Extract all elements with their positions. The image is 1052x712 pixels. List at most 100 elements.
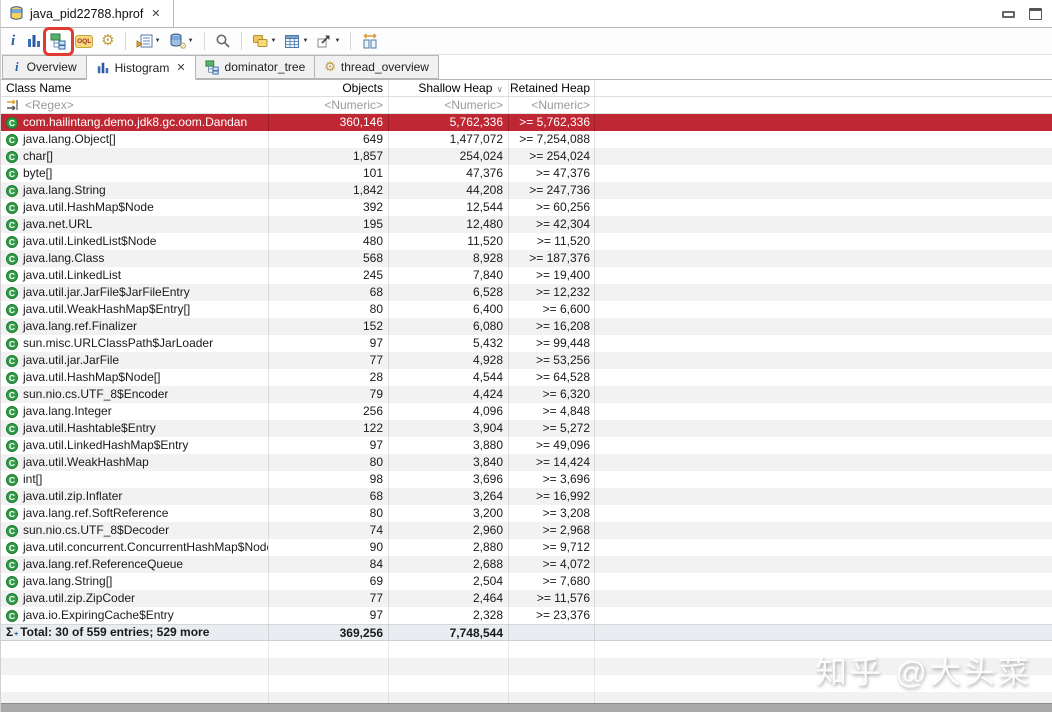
dropdown-arrow-icon[interactable]: ▼ xyxy=(188,38,194,44)
editor-tabbar: java_pid22788.hprof ✕ xyxy=(1,0,1052,28)
class-icon: C xyxy=(6,354,18,367)
objects-value: 80 xyxy=(269,301,389,318)
regex-filter-input[interactable]: <Regex> xyxy=(25,97,74,113)
sigma-icon: Σ + xyxy=(6,625,19,639)
table-row[interactable]: Cbyte[] 101 47,376 >= 47,376 xyxy=(1,165,1052,182)
oql-button[interactable]: OQL xyxy=(72,33,96,50)
toolbar: i OQL ⚙ ▼ ▼ ▼ ▼ ▼ xyxy=(1,27,1052,56)
calculate-retained-size-button[interactable]: ▼ xyxy=(281,32,311,51)
retained-value: >= 19,400 xyxy=(509,267,595,284)
gear-icon: ⚙ xyxy=(324,59,336,74)
table-row[interactable]: Cjava.lang.String 1,842 44,208 >= 247,736 xyxy=(1,182,1052,199)
tab-overview[interactable]: i Overview xyxy=(2,55,87,79)
objects-value: 98 xyxy=(269,471,389,488)
table-row[interactable]: Cint[] 98 3,696 >= 3,696 xyxy=(1,471,1052,488)
dropdown-arrow-icon[interactable]: ▼ xyxy=(271,38,277,44)
table-row[interactable]: Cjava.lang.ref.SoftReference 80 3,200 >= 3,… xyxy=(1,505,1052,522)
histogram-button[interactable] xyxy=(23,31,45,51)
tab-histogram[interactable]: Histogram ✕ xyxy=(85,55,196,80)
close-icon[interactable]: ✕ xyxy=(174,61,185,74)
shallow-value: 4,096 xyxy=(389,403,509,420)
bottom-window-edge xyxy=(1,703,1052,712)
maximize-icon[interactable] xyxy=(1029,8,1042,20)
dropdown-arrow-icon[interactable]: ▼ xyxy=(155,38,161,44)
table-row[interactable]: Cjava.util.HashMap$Node[] 28 4,544 >= 64,52… xyxy=(1,369,1052,386)
tab-dominator-tree[interactable]: dominator_tree xyxy=(194,55,316,79)
table-row[interactable]: Cjava.util.HashMap$Node 392 12,544 >= 60,25… xyxy=(1,199,1052,216)
view-controls xyxy=(1002,8,1042,20)
table-row[interactable]: Cjava.lang.Class 568 8,928 >= 187,376 xyxy=(1,250,1052,267)
total-retained xyxy=(509,625,595,640)
class-icon: C xyxy=(6,473,18,486)
class-icon: C xyxy=(6,303,18,316)
close-icon[interactable]: ✕ xyxy=(149,7,160,20)
table-row[interactable]: Csun.nio.cs.UTF_8$Encoder 79 4,424 >= 6,320 xyxy=(1,386,1052,403)
class-name: java.lang.String[] xyxy=(23,574,113,588)
table-row[interactable]: Cjava.lang.String[] 69 2,504 >= 7,680 xyxy=(1,573,1052,590)
info-button[interactable]: i xyxy=(5,31,21,51)
objects-filter-input[interactable]: <Numeric> xyxy=(269,97,389,113)
retained-value: >= 7,680 xyxy=(509,573,595,590)
group-result-button[interactable]: ▼ xyxy=(249,31,280,51)
table-row[interactable]: Cjava.lang.ref.ReferenceQueue 84 2,688 >= 4… xyxy=(1,556,1052,573)
table-row[interactable]: Cjava.util.concurrent.ConcurrentHashMap$… xyxy=(1,539,1052,556)
heap-dump-settings-button[interactable]: ⚙ ▼ xyxy=(166,31,197,51)
dropdown-arrow-icon[interactable]: ▼ xyxy=(302,38,308,44)
search-button[interactable] xyxy=(212,31,234,51)
tab-thread-overview[interactable]: ⚙ thread_overview xyxy=(314,55,439,79)
table-row[interactable]: Cjava.util.LinkedHashMap$Entry 97 3,880 >= … xyxy=(1,437,1052,454)
table-row[interactable]: Cjava.util.jar.JarFile 77 4,928 >= 53,256 xyxy=(1,352,1052,369)
objects-value: 68 xyxy=(269,488,389,505)
class-icon: C xyxy=(6,337,18,350)
minimize-icon[interactable] xyxy=(1002,10,1015,18)
database-gear-icon: ⚙ xyxy=(169,33,186,49)
dominator-tree-button[interactable] xyxy=(47,31,70,52)
shallow-value: 12,480 xyxy=(389,216,509,233)
table-row[interactable]: Cjava.lang.ref.Finalizer 152 6,080 >= 16,20… xyxy=(1,318,1052,335)
editor-tab-label: java_pid22788.hprof xyxy=(30,6,144,21)
table-row[interactable]: Csun.nio.cs.UTF_8$Decoder 74 2,960 >= 2,968 xyxy=(1,522,1052,539)
table-row[interactable]: Ccom.hailintang.demo.jdk8.gc.oom.Dandan 3… xyxy=(1,114,1052,131)
class-name: java.util.zip.ZipCoder xyxy=(23,591,136,605)
shallow-filter-input[interactable]: <Numeric> xyxy=(389,97,509,113)
class-icon: C xyxy=(6,201,18,214)
table-row[interactable]: Cjava.util.zip.Inflater 68 3,264 >= 16,992 xyxy=(1,488,1052,505)
col-header-retained-heap[interactable]: Retained Heap xyxy=(509,80,595,96)
objects-value: 28 xyxy=(269,369,389,386)
table-row[interactable]: Cjava.util.Hashtable$Entry 122 3,904 >= 5,2… xyxy=(1,420,1052,437)
col-header-objects[interactable]: Objects xyxy=(269,80,389,96)
export-button[interactable]: ▼ xyxy=(313,31,343,51)
table-row[interactable]: Cjava.net.URL 195 12,480 >= 42,304 xyxy=(1,216,1052,233)
table-row[interactable]: Cjava.lang.Integer 256 4,096 >= 4,848 xyxy=(1,403,1052,420)
col-header-shallow-heap[interactable]: Shallow Heap ∨ xyxy=(389,80,509,96)
table-row[interactable]: Cjava.util.zip.ZipCoder 77 2,464 >= 11,576 xyxy=(1,590,1052,607)
editor-tab-heapdump[interactable]: java_pid22788.hprof ✕ xyxy=(1,0,174,27)
table-row[interactable]: Cjava.util.WeakHashMap 80 3,840 >= 14,424 xyxy=(1,454,1052,471)
sort-desc-icon: ∨ xyxy=(496,84,503,94)
table-row[interactable]: Cjava.util.LinkedList$Node 480 11,520 >= 11… xyxy=(1,233,1052,250)
shallow-value: 2,880 xyxy=(389,539,509,556)
class-icon: C xyxy=(6,167,18,180)
retained-value: >= 6,320 xyxy=(509,386,595,403)
objects-value: 97 xyxy=(269,335,389,352)
table-row[interactable]: Cjava.lang.Object[] 649 1,477,072 >= 7,254,… xyxy=(1,131,1052,148)
retained-value: >= 4,848 xyxy=(509,403,595,420)
class-icon: C xyxy=(6,218,18,231)
table-row[interactable]: Cjava.util.LinkedList 245 7,840 >= 19,400 xyxy=(1,267,1052,284)
class-name: char[] xyxy=(23,149,54,163)
retained-value: >= 64,528 xyxy=(509,369,595,386)
objects-value: 360,146 xyxy=(269,114,389,131)
table-row[interactable]: Cjava.io.ExpiringCache$Entry 97 2,328 >= 23… xyxy=(1,607,1052,624)
retained-filter-input[interactable]: <Numeric> xyxy=(509,97,595,113)
empty-row xyxy=(1,658,1052,675)
table-row[interactable]: Cjava.util.jar.JarFile$JarFileEntry 68 6,5… xyxy=(1,284,1052,301)
table-row[interactable]: Cjava.util.WeakHashMap$Entry[] 80 6,400 >= … xyxy=(1,301,1052,318)
col-header-class-name[interactable]: Class Name xyxy=(1,80,269,96)
query-browser-button[interactable]: ▼ xyxy=(133,31,164,51)
table-row[interactable]: Cchar[] 1,857 254,024 >= 254,024 xyxy=(1,148,1052,165)
class-icon: C xyxy=(6,388,18,401)
table-row[interactable]: Csun.misc.URLClassPath$JarLoader 97 5,432 >… xyxy=(1,335,1052,352)
dropdown-arrow-icon[interactable]: ▼ xyxy=(334,38,340,44)
thread-overview-button[interactable]: ⚙ xyxy=(98,31,117,51)
compare-tables-button[interactable] xyxy=(358,31,382,51)
